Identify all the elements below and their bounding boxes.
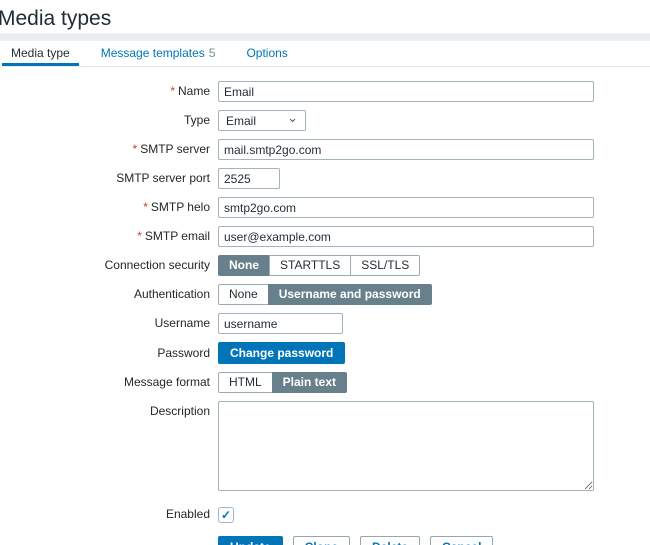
connection-security-row: Connection security None STARTTLS SSL/TL… — [0, 255, 650, 276]
description-textarea[interactable] — [218, 401, 594, 491]
tab-media-type[interactable]: Media type — [2, 41, 79, 66]
type-label: Type — [0, 110, 218, 131]
message-format-option-html[interactable]: HTML — [218, 372, 272, 393]
authentication-label: Authentication — [0, 284, 218, 305]
description-row: Description — [0, 401, 650, 491]
type-select-value: Email — [226, 114, 256, 128]
page-title: Media types — [0, 0, 650, 33]
required-asterisk: * — [133, 142, 138, 156]
message-format-label: Message format — [0, 372, 218, 393]
message-format-option-plain-text[interactable]: Plain text — [272, 372, 347, 393]
name-row: *Name — [0, 81, 650, 102]
username-row: Username — [0, 313, 650, 334]
required-asterisk: * — [137, 229, 142, 243]
chevron-down-icon: ⌄ — [287, 113, 298, 123]
type-row: Type Email ⌄ — [0, 110, 650, 131]
footer-buttons: Update Clone Delete Cancel — [218, 536, 493, 545]
name-input[interactable] — [218, 81, 594, 102]
smtp-helo-row: *SMTP helo — [0, 197, 650, 218]
tab-options[interactable]: Options — [237, 41, 296, 66]
smtp-server-row: *SMTP server — [0, 139, 650, 160]
header-divider-strip — [0, 33, 650, 41]
connection-security-segmented: None STARTTLS SSL/TLS — [218, 255, 420, 276]
authentication-option-none[interactable]: None — [218, 284, 268, 305]
password-label: Password — [0, 343, 218, 364]
tab-message-templates[interactable]: Message templates 5 — [92, 41, 225, 66]
smtp-server-port-input[interactable] — [218, 168, 280, 189]
connection-security-option-ssltls[interactable]: SSL/TLS — [350, 255, 420, 276]
connection-security-option-starttls[interactable]: STARTTLS — [269, 255, 350, 276]
cancel-button[interactable]: Cancel — [430, 536, 493, 545]
delete-button[interactable]: Delete — [360, 536, 420, 545]
smtp-server-port-row: SMTP server port — [0, 168, 650, 189]
smtp-server-port-label: SMTP server port — [0, 168, 218, 189]
required-asterisk: * — [143, 200, 148, 214]
enabled-row: Enabled ✓ — [0, 504, 650, 525]
authentication-row: Authentication None Username and passwor… — [0, 284, 650, 305]
smtp-server-input[interactable] — [218, 139, 594, 160]
smtp-email-row: *SMTP email — [0, 226, 650, 247]
update-button[interactable]: Update — [218, 536, 283, 545]
name-label: *Name — [0, 81, 218, 102]
smtp-helo-label: *SMTP helo — [0, 197, 218, 218]
password-row: Password Change password — [0, 342, 650, 364]
message-format-row: Message format HTML Plain text — [0, 372, 650, 393]
clone-button[interactable]: Clone — [293, 536, 350, 545]
enabled-checkbox[interactable]: ✓ — [218, 507, 234, 523]
change-password-button[interactable]: Change password — [218, 342, 345, 364]
media-type-form: *Name Type Email ⌄ *SMTP server SMTP ser… — [0, 67, 650, 545]
footer-row: Update Clone Delete Cancel — [0, 536, 650, 545]
description-label: Description — [0, 401, 218, 422]
connection-security-option-none[interactable]: None — [218, 255, 269, 276]
connection-security-label: Connection security — [0, 255, 218, 276]
tab-bar: Media type Message templates 5 Options — [0, 41, 650, 67]
message-format-segmented: HTML Plain text — [218, 372, 347, 393]
required-asterisk: * — [170, 84, 175, 98]
username-input[interactable] — [218, 313, 343, 334]
smtp-helo-input[interactable] — [218, 197, 594, 218]
smtp-email-label: *SMTP email — [0, 226, 218, 247]
username-label: Username — [0, 313, 218, 334]
type-select[interactable]: Email ⌄ — [218, 110, 306, 131]
smtp-server-label: *SMTP server — [0, 139, 218, 160]
authentication-segmented: None Username and password — [218, 284, 432, 305]
tab-message-templates-label: Message templates — [101, 46, 205, 60]
smtp-email-input[interactable] — [218, 226, 594, 247]
enabled-label: Enabled — [0, 504, 218, 525]
checkmark-icon: ✓ — [221, 508, 231, 522]
message-templates-count-badge: 5 — [209, 46, 216, 60]
authentication-option-username-password[interactable]: Username and password — [268, 284, 432, 305]
